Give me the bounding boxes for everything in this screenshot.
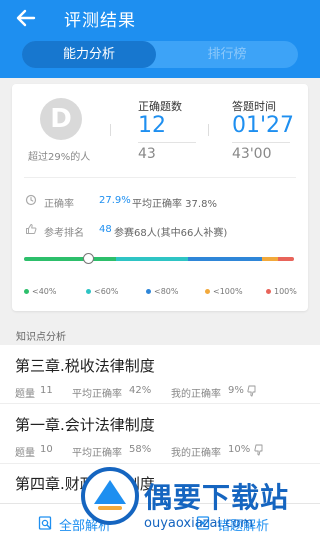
divider [0,403,320,404]
tab-ability-analysis[interactable]: 能力分析 [22,41,156,68]
my-accuracy-label: 我的正确率 [171,389,221,400]
avg-accuracy-value: 58% [129,444,152,455]
legend-item: <60% [86,287,118,296]
page-title: 评测结果 [64,11,136,31]
accuracy-value: 27.9% [99,195,131,206]
legend-item: 100% [266,287,297,296]
count-value: 10 [40,444,53,455]
divider [0,463,320,464]
accuracy-label: 正确率 [44,199,74,210]
total-time: 43'00 [232,146,272,162]
search-doc-icon [38,516,52,530]
avg-accuracy-label: 平均正确率 [72,448,122,459]
thumbs-up-icon [26,224,37,234]
count-value: 11 [40,385,53,396]
bar-segment [24,257,116,261]
legend-dot [24,289,29,294]
my-accuracy-label: 我的正确率 [171,448,221,459]
legend-item: <100% [205,287,243,296]
avg-accuracy-value: 42% [129,385,152,396]
legend-item: <80% [146,287,178,296]
app-header: 评测结果 能力分析 排行榜 [0,0,320,78]
watermark-url: ouyaoxiazai.com [144,516,253,531]
beat-percentage: 超过29%的人 [28,152,91,163]
legend-dot [146,289,151,294]
my-accuracy-value: 10% [228,444,251,455]
watermark-logo-icon [81,467,139,525]
bar-segment [116,257,188,261]
tab-leaderboard[interactable]: 排行榜 [156,41,298,68]
accuracy-icon [25,194,37,206]
bar-segment [278,257,294,261]
underline [138,142,196,143]
section-title: 知识点分析 [16,332,66,343]
watermark: 偶要下载站 ouyaoxiazai.com [80,466,320,543]
tab-switcher: 能力分析 排行榜 [22,41,298,68]
divider [208,124,209,136]
answer-time-value: 01'27 [232,113,295,138]
ranking-label: 参考排名 [44,228,84,239]
participant-detail: 参赛68人(其中66人补赛) [114,228,228,239]
avatar-letter: D [50,104,72,134]
count-label: 题量 [15,448,35,459]
legend-dot [86,289,91,294]
bar-segment [188,257,262,261]
score-distribution-bar [24,257,294,261]
divider [24,177,296,178]
average-accuracy: 平均正确率 37.8% [132,199,217,210]
back-arrow-icon[interactable] [14,6,38,30]
watermark-brand: 偶要下载站 [144,481,290,514]
avg-accuracy-label: 平均正确率 [72,389,122,400]
correct-count-label: 正确题数 [138,100,182,113]
my-accuracy-value: 9% [228,385,244,396]
legend-item: <40% [24,287,56,296]
summary-card: D 超过29%的人 正确题数 12 43 答题时间 01'27 43'00 正确… [12,84,308,311]
chapter-title[interactable]: 第一章.会计法律制度 [15,414,155,435]
bar-segment [262,257,278,261]
chapter-title[interactable]: 第三章.税收法律制度 [15,355,155,376]
ranking-value: 48 [99,224,112,235]
correct-count-value: 12 [138,113,166,138]
legend-dot [266,289,271,294]
underline [232,142,290,143]
answer-time-label: 答题时间 [232,100,276,113]
thumbs-down-icon [247,385,256,397]
count-label: 题量 [15,389,35,400]
score-marker [83,253,95,264]
thumbs-down-icon [254,444,263,456]
legend-dot [205,289,210,294]
divider [110,124,111,136]
avatar: D [40,98,82,140]
total-count: 43 [138,146,156,162]
